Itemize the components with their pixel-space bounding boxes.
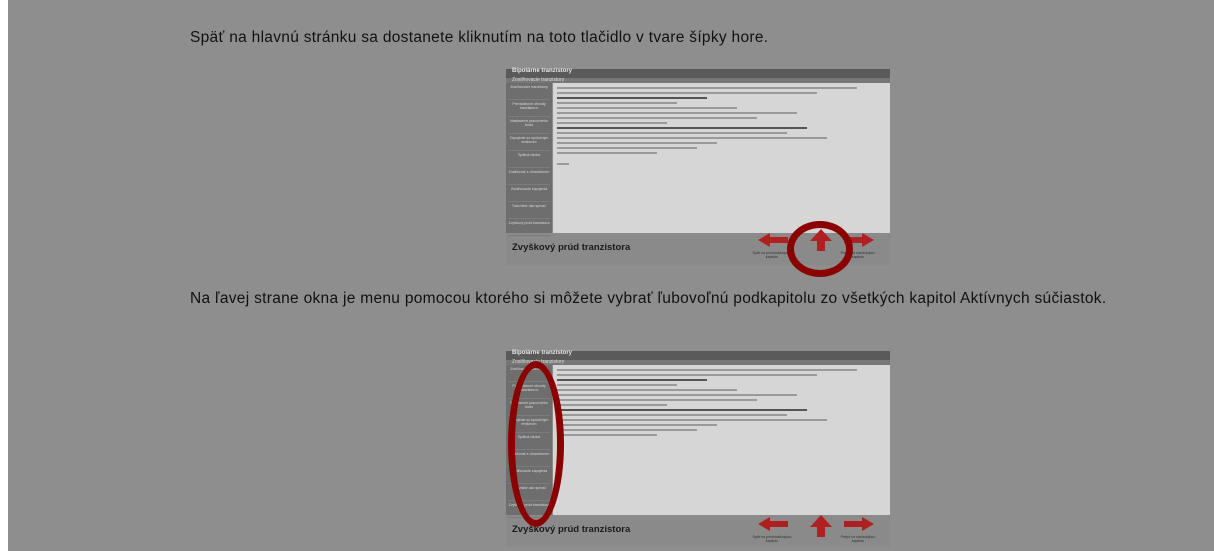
sidebar-item[interactable]: Zapojenie so spoločným emitorom xyxy=(508,136,550,151)
arrow-up-icon[interactable] xyxy=(810,515,832,537)
screenshot-menu-example: Bipolárne tranzistory Zosilňovacie tranz… xyxy=(506,350,890,547)
screenshot-page-title: Zvyškový prúd tranzistora xyxy=(512,524,631,535)
arrow-left-icon[interactable] xyxy=(758,233,788,247)
sidebar-item[interactable]: Zosilňovacie tranzistory xyxy=(508,85,550,100)
screenshot-header-title: Bipolárne tranzistory xyxy=(512,68,573,74)
screenshot-page-title: Zvyškový prúd tranzistora xyxy=(512,242,631,253)
screenshot-content-area xyxy=(553,83,890,233)
prev-caption: Späť na predchádzajúcu kapitolu xyxy=(752,251,792,259)
screenshot-back-button-example: Bipolárne tranzistory Zosilňovacie tranz… xyxy=(506,68,890,277)
next-caption: Prejsť na nasledujúcu kapitolu xyxy=(840,535,876,543)
screenshot-content-area xyxy=(553,365,890,515)
sidebar-item[interactable]: Tranzistor ako spínač xyxy=(508,204,550,219)
page: Späť na hlavnú stránku sa dostanete klik… xyxy=(8,0,1214,551)
highlight-ring-up-arrow xyxy=(787,221,853,277)
instruction-paragraph-menu: Na ľavej strane okna je menu pomocou kto… xyxy=(190,290,1107,307)
arrow-right-icon[interactable] xyxy=(844,517,874,531)
sidebar-item[interactable]: Prevádzkové obvody tranzistorov xyxy=(508,102,550,117)
arrow-left-icon[interactable] xyxy=(758,517,788,531)
sidebar-item[interactable]: Zosilňovač s ohraničením xyxy=(508,170,550,185)
sidebar-item[interactable]: Zvyškový prúd tranzistora xyxy=(508,221,550,236)
sidebar-item[interactable]: Nastavenie pracovného bodu xyxy=(508,119,550,134)
screenshot-header-title: Bipolárne tranzistory xyxy=(512,350,573,356)
highlight-ring-sidebar-menu xyxy=(508,361,564,527)
prev-caption: Späť na predchádzajúcu kapitolu xyxy=(752,535,792,543)
sidebar-item[interactable]: Spätná väzba xyxy=(508,153,550,168)
sidebar-item[interactable]: Zosilňovacie zapojenia xyxy=(508,187,550,202)
instruction-paragraph-back-home: Späť na hlavnú stránku sa dostanete klik… xyxy=(190,29,769,46)
screenshot-sidebar-menu: Zosilňovacie tranzistory Prevádzkové obv… xyxy=(506,83,552,236)
